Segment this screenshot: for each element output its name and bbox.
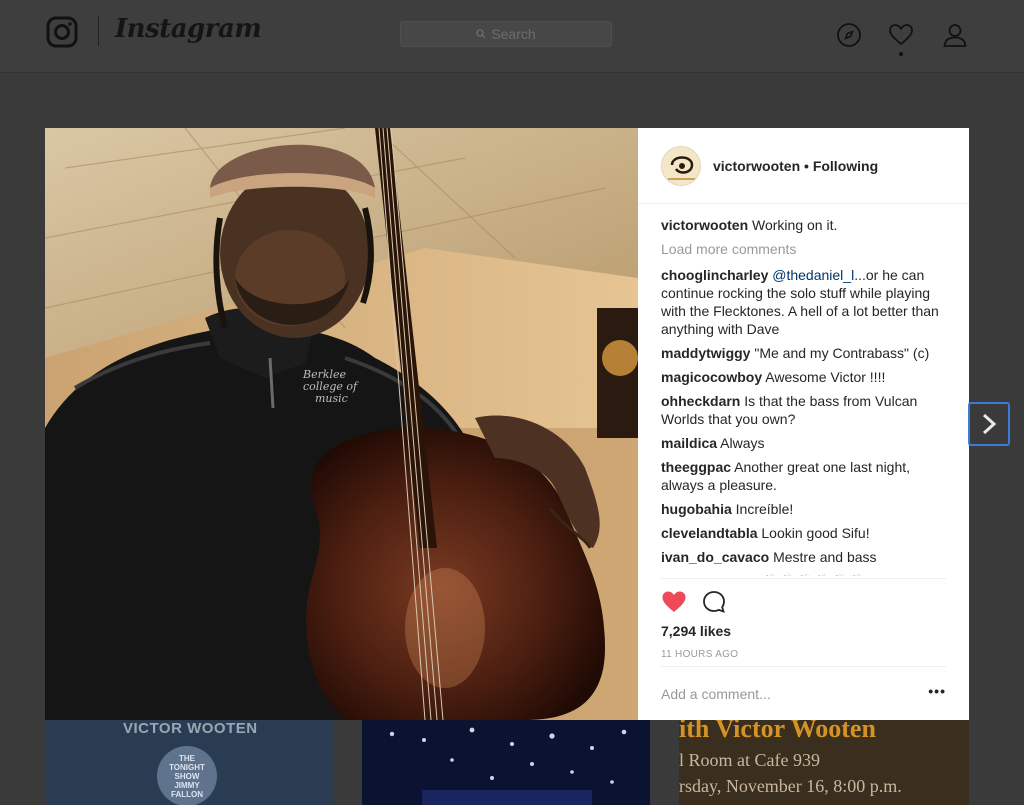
comment-username[interactable]: ivan_do_cavaco (661, 549, 769, 565)
comment-item: magicocowboy Awesome Victor !!!! (661, 368, 946, 386)
logo-divider (98, 16, 99, 46)
top-navigation-bar: Instagram Search (0, 0, 1024, 73)
comment-item: hugobahia Increíble! (661, 500, 946, 518)
instagram-wordmark[interactable]: Instagram (115, 14, 262, 44)
comment-username[interactable]: eufelipemotaa (661, 573, 755, 576)
post-image: Berklee college of music (45, 128, 638, 720)
avatar-image (662, 147, 700, 185)
thumbnail-post-3[interactable]: ith Victor Wooten l Room at Cafe 939 rsd… (679, 720, 969, 805)
next-post-button[interactable] (968, 402, 1010, 446)
search-icon (476, 29, 486, 39)
comment-item: eufelipemotaa 👏🏽👏🏽👏🏽👏🏽👏🏽👏🏽 (661, 572, 946, 576)
load-more-comments-link[interactable]: Load more comments (661, 240, 946, 258)
comment-username[interactable]: theeggpac (661, 459, 731, 475)
dot-separator: • (804, 158, 813, 174)
activity-heart-icon[interactable] (888, 22, 914, 48)
comment-item: maddytwiggy "Me and my Contrabass" (c) (661, 344, 946, 362)
follow-status-button[interactable]: Following (813, 158, 878, 174)
profile-user-icon[interactable] (942, 22, 968, 48)
instagram-camera-icon[interactable] (46, 16, 78, 48)
post-details-panel: victorwooten • Following victorwooten Wo… (638, 128, 969, 720)
comment-item: maildica Always (661, 434, 946, 452)
comment-username[interactable]: ohheckdarn (661, 393, 740, 409)
comment-username[interactable]: maddytwiggy (661, 345, 750, 361)
comment-item: ivan_do_cavaco Mestre and bass (661, 548, 946, 566)
post-author[interactable]: victorwooten • Following (713, 158, 878, 174)
comment-text: Mestre and bass (773, 549, 877, 565)
comment-text: "Me and my Contrabass" (c) (754, 345, 930, 361)
comment-username[interactable]: chooglincharley (661, 267, 768, 283)
comment-username[interactable]: hugobahia (661, 501, 732, 517)
post-timestamp[interactable]: 11 HOURS AGO (661, 649, 738, 660)
svg-text:music: music (315, 392, 348, 405)
explore-compass-icon[interactable] (836, 22, 862, 48)
post-actions: 7,294 likes 11 HOURS AGO (661, 578, 946, 666)
comment-mention-link[interactable]: @thedaniel_l (772, 267, 854, 283)
post-photo[interactable]: Berklee college of music (45, 128, 638, 720)
comments-list: victorwooten Working on it. Load more co… (661, 216, 946, 576)
caption: victorwooten Working on it. (661, 216, 946, 234)
comment-item: chooglincharley @thedaniel_l...or he can… (661, 266, 946, 338)
event-poster-title: ith Victor Wooten (679, 720, 876, 743)
avatar[interactable] (661, 146, 701, 186)
comment-text: Awesome Victor !!!! (765, 369, 886, 385)
comment-username[interactable]: maildica (661, 435, 717, 451)
comment-item: ohheckdarn Is that the bass from Vulcan … (661, 392, 946, 428)
comment-username[interactable]: magicocowboy (661, 369, 762, 385)
concert-stage-image (362, 720, 650, 805)
comment-username[interactable]: clevelandtabla (661, 525, 758, 541)
event-poster-venue: l Room at Cafe 939 (679, 750, 820, 770)
tonight-show-badge-text: THE TONIGHT SHOW JIMMY FALLON (169, 754, 205, 799)
thumbnail-post-2[interactable] (362, 720, 650, 805)
comment-text: 👏🏽👏🏽👏🏽👏🏽👏🏽👏🏽 (759, 573, 864, 576)
author-username[interactable]: victorwooten (713, 158, 800, 174)
more-options-button[interactable]: ••• (928, 683, 946, 699)
like-heart-icon[interactable] (661, 589, 687, 615)
comment-text: Increíble! (735, 501, 794, 517)
comment-bubble-icon[interactable] (701, 589, 727, 615)
event-poster-date: rsday, November 16, 8:00 p.m. (679, 776, 902, 796)
add-comment-input[interactable] (661, 683, 911, 705)
search-input[interactable]: Search (400, 21, 612, 47)
search-placeholder: Search (491, 26, 536, 42)
comment-text: Always (720, 435, 765, 451)
comment-item: theeggpac Another great one last night, … (661, 458, 946, 494)
likes-count[interactable]: 7,294 likes (661, 623, 731, 639)
comment-text: Lookin good Sifu! (761, 525, 870, 541)
caption-username[interactable]: victorwooten (661, 217, 748, 233)
comment-item: clevelandtabla Lookin good Sifu! (661, 524, 946, 542)
activity-notification-dot (899, 52, 903, 56)
thumbnail-post-1[interactable]: VICTOR WOOTEN THE TONIGHT SHOW JIMMY FAL… (45, 720, 333, 805)
caption-text: Working on it. (752, 217, 838, 233)
add-comment-bar: ••• (661, 666, 946, 720)
thumbnail-title: VICTOR WOOTEN (123, 720, 258, 737)
chevron-right-icon (982, 413, 997, 435)
post-header: victorwooten • Following (638, 128, 969, 204)
